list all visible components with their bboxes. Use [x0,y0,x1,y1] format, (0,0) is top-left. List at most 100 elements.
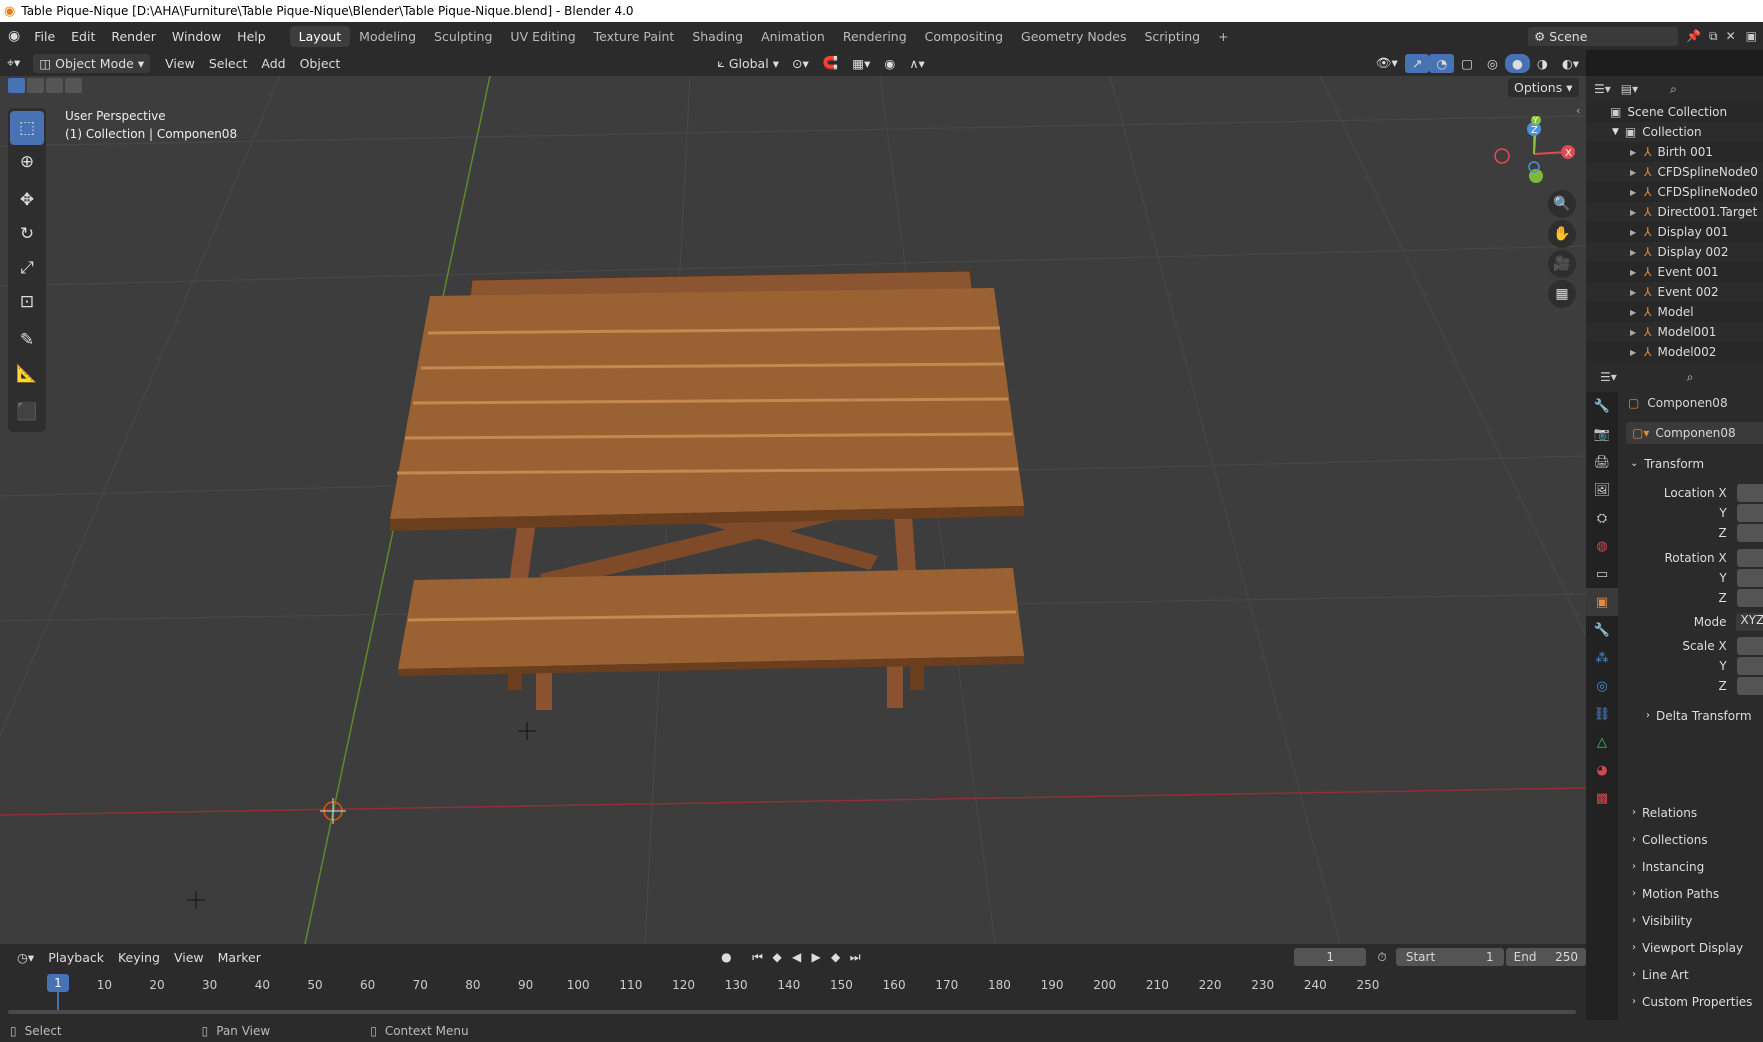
property-section[interactable]: › Collections [1624,826,1763,853]
location-y-field[interactable]: Y [1624,503,1763,523]
scale-icon[interactable]: ⤢ [10,251,44,285]
menu-render[interactable]: Render [103,26,164,47]
physics-tab-icon[interactable]: ◎ [1586,672,1618,700]
rotation-y-field[interactable]: Y [1624,568,1763,588]
select-new-icon[interactable] [8,78,25,93]
scale-x-input[interactable] [1736,637,1763,655]
transform-orientation[interactable]: ⟀ Global ▾ [711,53,785,73]
tab-modeling[interactable]: Modeling [350,26,425,47]
rotation-z-field[interactable]: Z [1624,588,1763,608]
outliner-item[interactable]: ▶ ⅄ Display 002 [1586,242,1763,262]
falloff-icon[interactable]: ∧▾ [902,54,931,73]
collection-tab-icon[interactable]: ▭ [1586,560,1618,588]
navigation-gizmo[interactable]: X Z Y [1490,116,1580,196]
expand-arrow-icon[interactable]: ▶ [1630,268,1636,277]
rotation-x-input[interactable] [1736,549,1763,567]
menu-window[interactable]: Window [164,26,229,47]
output-tab-icon[interactable]: 🖨 [1586,448,1618,476]
object-tab-icon[interactable]: ▣ [1586,588,1618,616]
texture-tab-icon[interactable]: ▩ [1586,784,1618,812]
location-z-input[interactable] [1736,524,1763,542]
world-tab-icon[interactable]: ◍ [1586,532,1618,560]
options-button[interactable]: Options ▾ [1508,78,1579,97]
properties-editor-icon[interactable]: ☰▾ [1600,370,1617,384]
view-layer-icon[interactable]: ▣ [1740,29,1763,43]
tab-layout[interactable]: Layout [289,25,351,47]
delta-transform-header[interactable]: › Delta Transform [1624,702,1763,729]
outliner-item[interactable]: ▶ ⅄ Event 001 [1586,262,1763,282]
expand-arrow-icon[interactable]: ▶ [1630,168,1636,177]
tab-texture-paint[interactable]: Texture Paint [585,26,684,47]
add-workspace-icon[interactable]: + [1209,26,1237,47]
outliner-item[interactable]: ▶ ⅄ Event 002 [1586,282,1763,302]
editor-type-icon[interactable]: ⌖▾ [0,53,27,73]
expand-arrow-icon[interactable]: ▶ [1630,348,1636,357]
timeline-scrollbar[interactable] [8,1010,1576,1014]
grid-icon[interactable]: ▦ [1548,280,1576,308]
tab-geometry-nodes[interactable]: Geometry Nodes [1012,26,1135,47]
expand-arrow-icon[interactable]: ▶ [1630,188,1636,197]
move-icon[interactable]: ✥ [10,183,44,217]
menu-file[interactable]: File [26,26,63,47]
menu-edit[interactable]: Edit [63,26,103,47]
gizmo-icon[interactable]: ↗ [1404,53,1430,73]
modifier-tab-icon[interactable]: 🔧 [1586,616,1618,644]
location-x-field[interactable]: Location X [1624,483,1763,503]
outliner-item[interactable]: ▶ ⅄ Birth 001 [1586,142,1763,162]
3d-viewport[interactable]: User Perspective (1) Collection | Compon… [0,76,1586,944]
property-section[interactable]: › Viewport Display [1624,934,1763,961]
rotate-icon[interactable]: ↻ [10,217,44,251]
location-y-input[interactable] [1736,504,1763,522]
tab-shading[interactable]: Shading [683,26,752,47]
frame-ruler[interactable]: 10 20 30 40 50 60 70 80 90 100 110 120 130 140 150 160 1… [0,944,1586,1020]
property-section[interactable]: › Visibility [1624,907,1763,934]
menu-select[interactable]: Select [202,54,255,73]
expand-arrow-icon[interactable]: ▶ [1630,328,1636,337]
overlay-icon[interactable]: ◔ [1429,53,1455,73]
menu-add[interactable]: Add [254,54,292,73]
property-section[interactable]: › Motion Paths [1624,880,1763,907]
outliner-scene-collection[interactable]: ▣ Scene Collection [1586,102,1763,122]
scene-selector[interactable]: ⚙ Scene [1528,26,1679,46]
expand-arrow-icon[interactable]: ▶ [1630,208,1636,217]
new-scene-icon[interactable]: ⧉ [1705,29,1722,44]
object-datablock-field[interactable]: ▢▾ Componen08 [1626,422,1763,444]
camera-icon[interactable]: 🎥 [1548,250,1576,278]
scale-x-field[interactable]: Scale X [1624,636,1763,656]
outliner-item[interactable]: ▶ ⅄ Display 001 [1586,222,1763,242]
measure-icon[interactable]: 📐 [10,357,44,391]
expand-arrow-icon[interactable]: ▶ [1630,148,1636,157]
outliner-item[interactable]: ▶ ⅄ Model001 [1586,322,1763,342]
outliner-item[interactable]: ▶ ⅄ Model [1586,302,1763,322]
transform-header[interactable]: ⌄ Transform [1624,450,1763,477]
hand-icon[interactable]: ✋ [1548,220,1576,248]
expand-arrow-icon[interactable]: ▶ [1630,308,1636,317]
properties-search-icon[interactable]: ⌕ [1687,370,1694,385]
snap-icon[interactable]: 🧲 [816,53,846,73]
property-section[interactable]: › Line Art [1624,961,1763,988]
menu-view[interactable]: View [158,54,202,73]
pivot-icon[interactable]: ⊙▾ [785,54,816,73]
outliner-editor-icon[interactable]: ☰▾ [1594,82,1611,96]
outliner-item[interactable]: ▶ ⅄ CFDSplineNode0 [1586,182,1763,202]
tool-tab-icon[interactable]: 🔧 [1586,392,1618,420]
data-tab-icon[interactable]: △ [1586,728,1618,756]
tab-scripting[interactable]: Scripting [1135,26,1209,47]
outliner-item[interactable]: ▶ ⅄ CFDSplineNode0 [1586,162,1763,182]
view-layer-tab-icon[interactable]: 🖼 [1586,476,1618,504]
snap-target-icon[interactable]: ▦▾ [845,54,877,73]
tab-sculpting[interactable]: Sculpting [425,26,501,47]
rendered-shading-icon[interactable]: ◐▾ [1555,54,1586,73]
select-intersect-icon[interactable] [65,78,82,93]
particles-tab-icon[interactable]: ⁂ [1586,644,1618,672]
zoom-icon[interactable]: 🔍 [1548,190,1576,218]
delete-scene-icon[interactable]: ✕ [1722,29,1740,43]
tab-compositing[interactable]: Compositing [916,26,1012,47]
sidebar-toggle-icon[interactable]: ‹ [1576,104,1580,117]
wireframe-shading-icon[interactable]: ◎ [1480,54,1505,73]
current-frame-marker[interactable]: 1 [47,974,69,992]
outliner-collection[interactable]: ▼ ▣ Collection [1586,122,1763,142]
pin-icon[interactable]: 📌 [1682,29,1705,43]
cursor-icon[interactable]: ⊕ [10,145,44,179]
expand-arrow-icon[interactable]: ▶ [1630,248,1636,257]
